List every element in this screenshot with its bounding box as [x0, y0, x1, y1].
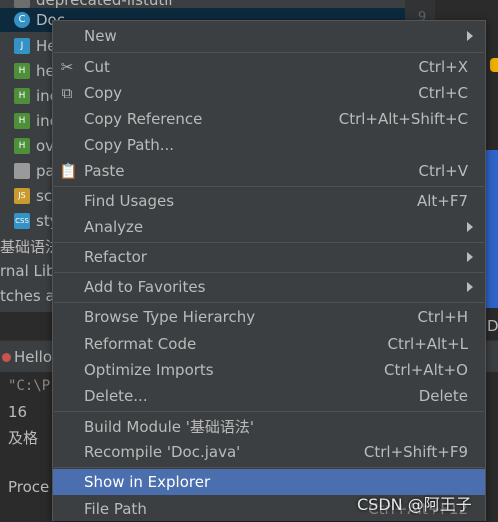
html-file-icon: H [14, 63, 30, 79]
menu-separator [54, 272, 484, 273]
menu-separator [54, 467, 484, 468]
tree-item[interactable]: J He [0, 34, 57, 58]
submenu-arrow-icon [467, 31, 473, 41]
submenu-arrow-icon [467, 222, 473, 232]
html-file-icon: H [14, 138, 30, 154]
menu-item-reformat-code[interactable]: Reformat Code Ctrl+Alt+L [53, 331, 485, 357]
tree-item[interactable]: JS sc [0, 184, 52, 208]
external-libraries-label[interactable]: rnal Lib [0, 262, 56, 280]
menu-item-new[interactable]: New [53, 23, 485, 49]
menu-item-browse-type-hierarchy[interactable]: Browse Type Hierarchy Ctrl+H [53, 304, 485, 330]
js-file-icon: JS [14, 188, 30, 204]
menu-item-optimize-imports[interactable]: Optimize Imports Ctrl+Alt+O [53, 357, 485, 383]
menu-item-recompile[interactable]: Recompile 'Doc.java' Ctrl+Shift+F9 [53, 439, 485, 465]
menu-separator [54, 302, 484, 303]
html-file-icon: H [14, 113, 30, 129]
module-label[interactable]: 基础语法 [0, 236, 60, 257]
tree-item[interactable]: pa [0, 159, 55, 183]
menu-item-paste[interactable]: 📋 Paste Ctrl+V [53, 158, 485, 184]
css-file-icon: CSS [14, 213, 30, 229]
text-file-icon [14, 163, 30, 179]
tree-item[interactable]: CSS sty [0, 209, 59, 233]
paste-icon: 📋 [59, 162, 78, 180]
menu-item-delete[interactable]: Delete... Delete [53, 383, 485, 409]
menu-separator [54, 186, 484, 187]
menu-item-copy-path[interactable]: Copy Path... [53, 132, 485, 158]
submenu-arrow-icon [467, 252, 473, 262]
menu-separator [54, 242, 484, 243]
submenu-arrow-icon [467, 282, 473, 292]
side-label: D [487, 317, 498, 335]
tree-item[interactable]: H ov [0, 134, 54, 158]
tree-item[interactable]: H inc [0, 84, 58, 108]
tree-item[interactable]: H inc [0, 109, 58, 133]
java-class-icon: C [14, 12, 30, 28]
menu-item-find-usages[interactable]: Find Usages Alt+F7 [53, 188, 485, 214]
console-line: 及格 [8, 429, 39, 447]
file-icon [14, 0, 30, 8]
console-line: Proce [8, 478, 50, 496]
java-file-icon: J [14, 38, 30, 54]
menu-item-refactor[interactable]: Refactor [53, 244, 485, 270]
menu-separator [54, 411, 484, 412]
menu-item-add-to-favorites[interactable]: Add to Favorites [53, 274, 485, 300]
menu-item-copy[interactable]: ⧉ Copy Ctrl+C [53, 80, 485, 106]
menu-item-build-module[interactable]: Build Module '基础语法' [53, 413, 485, 439]
menu-item-cut[interactable]: ✂ Cut Ctrl+X [53, 54, 485, 80]
tree-item[interactable]: H he [0, 59, 55, 83]
cut-icon: ✂ [60, 58, 74, 76]
menu-separator [54, 52, 484, 53]
context-menu: New ✂ Cut Ctrl+X ⧉ Copy Ctrl+C Copy Refe… [52, 20, 486, 521]
copy-icon: ⧉ [61, 84, 73, 102]
scratches-label[interactable]: tches a [0, 287, 55, 305]
run-status-icon [2, 353, 11, 362]
bulb-icon[interactable] [490, 58, 498, 72]
console-line: 16 [8, 403, 28, 421]
console-line: "C:\P [8, 378, 51, 394]
menu-item-copy-reference[interactable]: Copy Reference Ctrl+Alt+Shift+C [53, 106, 485, 132]
watermark: CSDN @阿王子 [357, 495, 472, 514]
menu-item-analyze[interactable]: Analyze [53, 214, 485, 240]
html-file-icon: H [14, 88, 30, 104]
